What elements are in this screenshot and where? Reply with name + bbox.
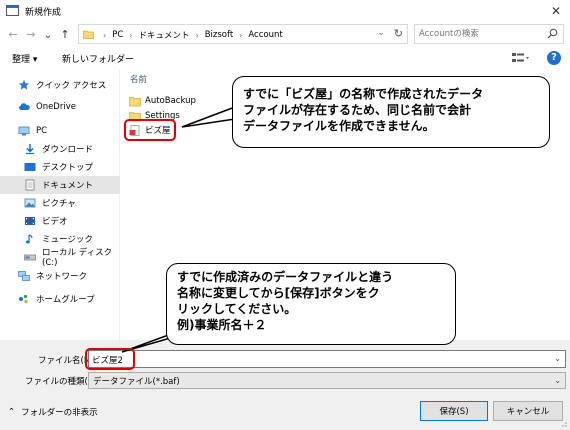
breadcrumb-separator: › [129, 30, 133, 40]
title-bar: 新規作成 ✕ [0, 0, 570, 22]
hide-folders-label: フォルダーの非表示 [21, 408, 98, 418]
music-icon [24, 233, 36, 245]
callout-line: 例)事業所名＋２ [177, 318, 267, 332]
command-bar: 整理 ▾ 新しいフォルダー ? [0, 46, 570, 70]
sidebar-item-downloads[interactable]: ダウンロード [0, 140, 120, 158]
hide-folders-toggle[interactable]: ⌃ フォルダーの非表示 [8, 406, 98, 418]
sidebar-item-label: ドキュメント [42, 181, 94, 191]
sidebar-item-label: ビデオ [42, 217, 68, 227]
back-button[interactable]: ← [6, 27, 20, 41]
disk-icon [24, 251, 36, 263]
sidebar-item-label: デスクトップ [42, 163, 94, 173]
folder-icon [83, 30, 94, 39]
sidebar-item-homegroup[interactable]: ホームグループ [0, 290, 120, 308]
documents-icon [24, 179, 36, 191]
sidebar-item-pc[interactable]: PC [0, 122, 120, 140]
search-icon [547, 28, 558, 39]
sidebar-item-label: クイック アクセス [36, 81, 107, 91]
file-item-autobackup[interactable]: AutoBackup [129, 94, 196, 108]
callout-line: すでに「ビズ屋」の名称で作成されたデータ [243, 87, 484, 101]
callout-rename-instruction: すでに作成済みのデータファイルと違う 名称に変更してから[保存]ボタンをク リッ… [166, 263, 456, 345]
breadcrumb: › PC › ドキュメント › Bizsoft › Account [103, 29, 283, 41]
resize-grip-icon[interactable] [558, 418, 568, 428]
sidebar-item-pictures[interactable]: ピクチャ [0, 194, 120, 212]
breadcrumb-pc[interactable]: PC [112, 30, 123, 40]
homegroup-icon [18, 293, 30, 305]
sidebar-item-network[interactable]: ネットワーク [0, 267, 120, 285]
sidebar-item-documents[interactable]: ドキュメント [0, 176, 120, 194]
cancel-button[interactable]: キャンセル [493, 401, 563, 421]
organize-button[interactable]: 整理 ▾ [12, 52, 37, 65]
highlight-existing-file [124, 119, 176, 141]
callout-line: すでに作成済みのデータファイルと違う [177, 270, 394, 284]
breadcrumb-separator: › [195, 30, 199, 40]
breadcrumb-separator: › [239, 30, 243, 40]
breadcrumb-account[interactable]: Account [248, 30, 282, 40]
cloud-icon [18, 101, 30, 113]
sidebar-item-label: PC [36, 126, 48, 136]
download-icon [24, 143, 36, 155]
save-button[interactable]: 保存(S) [420, 401, 488, 421]
sidebar-item-label: ネットワーク [36, 272, 88, 282]
video-icon [24, 215, 36, 227]
callout-line: ファイルが存在するため、同じ名前で会計 [243, 103, 472, 117]
file-name: AutoBackup [145, 96, 196, 106]
search-input[interactable] [419, 27, 539, 41]
sidebar-item-desktop[interactable]: デスクトップ [0, 158, 120, 176]
window-title: 新規作成 [25, 8, 62, 18]
close-button[interactable]: ✕ [542, 0, 570, 22]
filename-input[interactable] [92, 353, 532, 366]
breadcrumb-bizsoft[interactable]: Bizsoft [205, 30, 233, 40]
refresh-icon[interactable]: ↻ [394, 27, 403, 40]
search-box[interactable] [414, 24, 564, 44]
address-row: ← → ⌄ ↑ › PC › ドキュメント › Bizsoft › Accoun… [0, 22, 570, 46]
new-folder-button[interactable]: 新しいフォルダー [62, 52, 134, 65]
desktop-icon [24, 161, 36, 173]
sidebar-item-label: ミュージック [42, 235, 93, 245]
sidebar-item-local-disk[interactable]: ローカル ディスク (C:) [0, 248, 120, 268]
address-dropdown-icon[interactable]: ⌄ [377, 28, 385, 38]
sidebar-item-videos[interactable]: ビデオ [0, 212, 120, 230]
pictures-icon [24, 197, 36, 209]
recent-locations-button[interactable]: ⌄ [41, 27, 55, 41]
address-bar[interactable]: › PC › ドキュメント › Bizsoft › Account ⌄ ↻ [78, 24, 408, 44]
view-options-icon[interactable] [510, 50, 532, 66]
callout-line: リックしてください。 [177, 302, 297, 316]
sidebar-item-onedrive[interactable]: OneDrive [0, 98, 120, 116]
filename-field[interactable]: ⌄ [88, 350, 566, 368]
computer-icon [18, 125, 30, 137]
chevron-up-icon: ⌃ [8, 407, 16, 417]
sidebar-item-label: ローカル ディスク (C:) [42, 248, 113, 268]
callout-duplicate-warning: すでに「ビズ屋」の名称で作成されたデータ ファイルが存在するため、同じ名前で会計… [232, 76, 550, 148]
callout-line: 名称に変更してから[保存]ボタンをク [177, 286, 380, 300]
breadcrumb-separator: › [103, 30, 107, 40]
chevron-down-icon[interactable]: ⌄ [554, 376, 561, 385]
forward-button[interactable]: → [24, 27, 38, 41]
sidebar-item-label: ダウンロード [42, 145, 94, 155]
network-icon [18, 270, 30, 282]
highlight-filename-input [85, 348, 135, 370]
callout-line: データファイルを作成できません。 [243, 119, 435, 133]
folder-icon [129, 96, 141, 106]
up-button[interactable]: ↑ [58, 27, 72, 41]
sidebar-item-label: ホームグループ [36, 295, 95, 305]
help-button[interactable]: ? [547, 51, 561, 65]
sidebar-item-label: OneDrive [36, 102, 76, 112]
star-icon [18, 79, 30, 91]
column-header-name[interactable]: 名前 [130, 73, 147, 85]
app-icon [6, 5, 19, 16]
sidebar-item-label: ピクチャ [42, 199, 76, 209]
filetype-value: データファイル(*.baf) [93, 377, 180, 387]
filetype-select[interactable]: データファイル(*.baf) ⌄ [88, 372, 566, 389]
sidebar-item-quick-access[interactable]: クイック アクセス [0, 76, 120, 94]
breadcrumb-documents[interactable]: ドキュメント [138, 29, 189, 41]
chevron-down-icon[interactable]: ⌄ [554, 354, 561, 363]
navigation-pane: クイック アクセス OneDrive PC ダウンロード デスクトップ ドキュメ… [0, 70, 120, 340]
